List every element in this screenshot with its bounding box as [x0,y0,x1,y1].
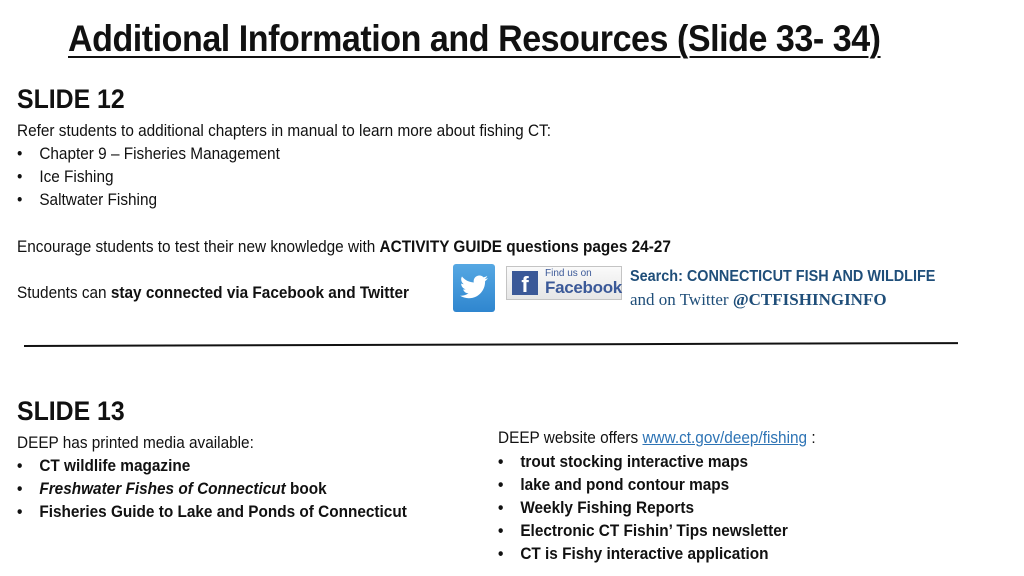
connect-text: Students can stay connected via Facebook… [17,284,409,303]
list-item: Freshwater Fishes of Connecticut book [17,478,407,501]
page-title: Additional Information and Resources (Sl… [68,18,881,59]
item-text: CT wildlife magazine [39,457,191,475]
list-item: Weekly Fishing Reports [498,497,788,520]
twitter-bird-glyph [460,275,488,299]
item-text: book [285,480,327,498]
facebook-f-icon: f [512,271,538,295]
facebook-search-text: Search: CONNECTICUT FISH AND WILDLIFE [630,268,936,285]
list-item: CT is Fishy interactive application [498,543,788,566]
list-item: Saltwater Fishing [17,189,280,212]
facebook-badge[interactable]: f Find us on Facebook [506,266,622,300]
twitter-bird-icon[interactable] [453,264,495,312]
list-item: Chapter 9 – Fisheries Management [17,143,280,166]
section-divider [23,342,958,347]
twitter-handle: @CTFISHINGINFO [732,290,887,309]
printed-media-intro: DEEP has printed media available: [17,434,254,452]
printed-media-list: CT wildlife magazine Freshwater Fishes o… [17,455,407,524]
list-item: CT wildlife magazine [17,455,407,478]
list-item: Electronic CT Fishin’ Tips newsletter [498,520,788,543]
twitter-prefix: and on Twitter [630,290,733,309]
slide-12-heading: SLIDE 12 [17,84,125,114]
list-item: trout stocking interactive maps [498,451,788,474]
website-prefix: DEEP website offers [498,429,643,447]
item-italic-text: Freshwater Fishes of Connecticut [39,480,286,498]
deep-fishing-link[interactable]: www.ct.gov/deep/fishing [642,429,807,447]
encourage-prefix: Encourage students to test their new kno… [17,238,380,256]
list-item: lake and pond contour maps [498,474,788,497]
list-item: Fisheries Guide to Lake and Ponds of Con… [17,501,407,524]
website-offer-list: trout stocking interactive maps lake and… [498,451,788,566]
slide-12-intro: Refer students to additional chapters in… [17,122,551,140]
list-item: Ice Fishing [17,166,280,189]
chapter-list: Chapter 9 – Fisheries Management Ice Fis… [17,143,280,212]
facebook-badge-big-text: Facebook [545,278,622,297]
twitter-handle-line: and on Twitter @CTFISHINGINFO [630,290,887,310]
website-intro: DEEP website offers www.ct.gov/deep/fish… [498,429,816,448]
connect-bold: stay connected via Facebook and Twitter [110,284,410,302]
item-text: Fisheries Guide to Lake and Ponds of Con… [39,503,407,521]
slide-13-heading: SLIDE 13 [17,396,125,426]
connect-prefix: Students can [17,284,111,302]
encourage-text: Encourage students to test their new kno… [17,238,671,257]
activity-guide-text: ACTIVITY GUIDE questions pages 24-27 [379,238,671,256]
website-suffix: : [807,429,816,447]
